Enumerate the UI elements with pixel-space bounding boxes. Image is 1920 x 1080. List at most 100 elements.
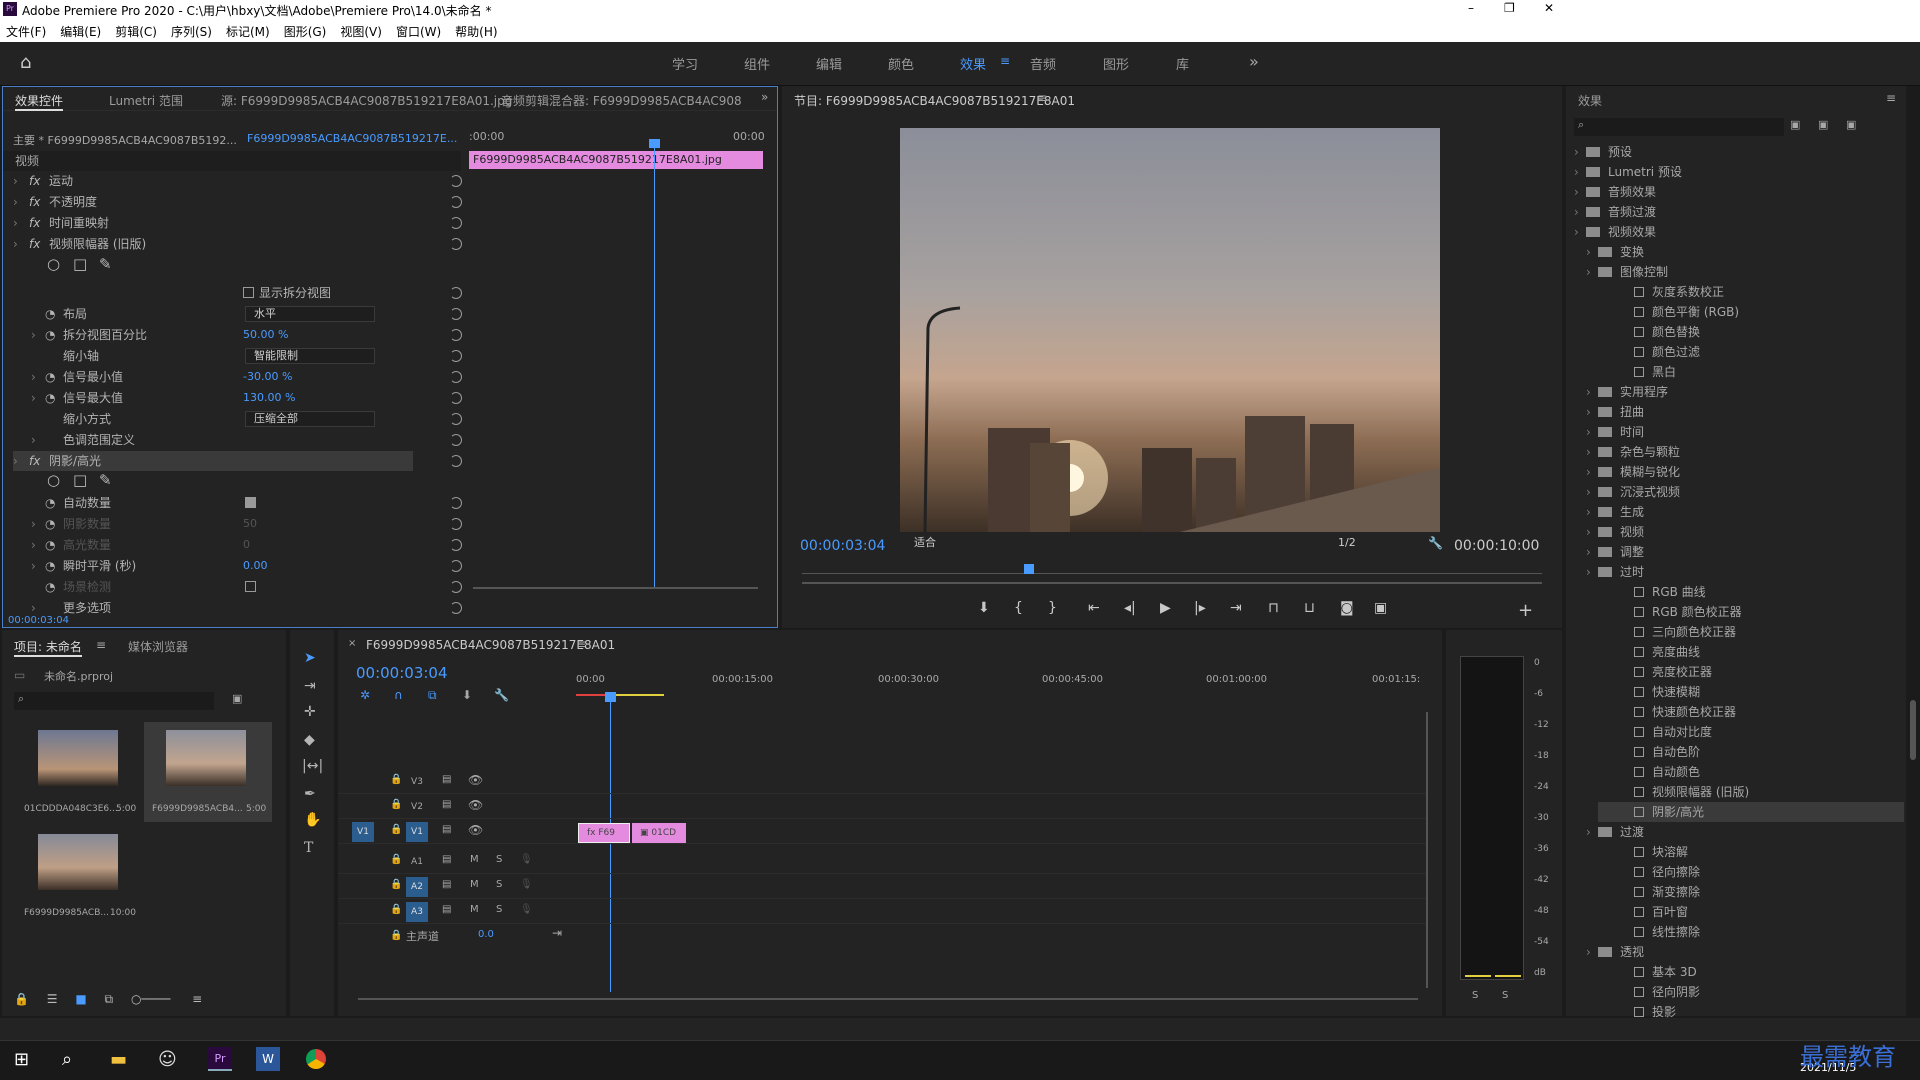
32bit-effects-icon[interactable]: ▣ (1818, 118, 1828, 131)
track-name[interactable]: V2 (406, 797, 428, 817)
folder-chevron-icon[interactable]: › (1574, 202, 1586, 222)
effect-folder[interactable]: › 扭曲 (1586, 402, 1904, 422)
effect-item[interactable]: 亮度校正器 (1598, 662, 1904, 682)
project-menu-icon[interactable]: ≡ (96, 638, 106, 652)
effect-item[interactable]: 块溶解 (1598, 842, 1904, 862)
folder-chevron-icon[interactable]: › (1574, 162, 1586, 182)
reset-parameter-icon[interactable] (450, 518, 462, 530)
solo-right-button[interactable]: S (1502, 990, 1508, 1001)
workspace-editing[interactable]: 编辑 (816, 54, 842, 73)
yuv-effects-icon[interactable]: ▣ (1846, 118, 1856, 131)
reset-parameter-icon[interactable] (450, 497, 462, 509)
list-view-icon[interactable]: ☰ (47, 992, 58, 1006)
fx-toggle-icon[interactable]: fx (29, 171, 40, 191)
effect-property-row[interactable]: ◔ 布局 水平 (13, 304, 453, 324)
property-value[interactable]: 0 (243, 535, 250, 555)
voice-over-mic-icon[interactable]: 🎙 (520, 854, 533, 865)
panel-overflow-icon[interactable]: » (761, 90, 768, 104)
effect-item[interactable]: 颜色平衡 (RGB) (1598, 302, 1904, 322)
master-volume-value[interactable]: 0.0 (478, 929, 494, 940)
project-search-input[interactable]: ⌕ (14, 692, 214, 710)
reset-parameter-icon[interactable] (450, 455, 462, 467)
effect-property-row[interactable]: › ◔ 信号最小值 -30.00 % (13, 367, 453, 387)
fx-toggle-icon[interactable]: fx (29, 451, 40, 471)
effect-item[interactable]: RGB 颜色校正器 (1598, 602, 1904, 622)
reset-parameter-icon[interactable] (450, 217, 462, 229)
lift-icon[interactable]: ⊓ (1268, 600, 1279, 616)
track-select-tool-icon[interactable]: ⇥ (304, 678, 316, 694)
sync-lock-icon[interactable]: ▤ (442, 824, 451, 835)
go-to-out-icon[interactable]: ⇥ (1230, 600, 1242, 616)
sync-lock-icon[interactable]: ▤ (442, 904, 451, 915)
mute-button[interactable]: M (470, 854, 479, 865)
freeform-view-icon[interactable]: ⧉ (105, 992, 114, 1006)
property-value[interactable]: -30.00 % (243, 367, 292, 387)
reset-parameter-icon[interactable] (450, 371, 462, 383)
effect-item[interactable]: 灰度系数校正 (1598, 282, 1904, 302)
workspace-learn[interactable]: 学习 (672, 54, 698, 73)
program-scrubber[interactable] (802, 564, 1542, 574)
ellipse-mask-icon[interactable]: ○ (47, 471, 60, 489)
effect-item[interactable]: 三向颜色校正器 (1598, 622, 1904, 642)
effect-item[interactable]: 百叶窗 (1598, 902, 1904, 922)
folder-chevron-icon[interactable]: › (1586, 422, 1598, 442)
go-to-in-icon[interactable]: ⇤ (1088, 600, 1100, 616)
folder-chevron-icon[interactable]: › (1586, 442, 1598, 462)
fx-toggle-icon[interactable]: fx (29, 192, 40, 212)
pen-mask-icon[interactable]: ✎ (99, 255, 112, 273)
timeline-playhead-handle[interactable] (605, 692, 616, 702)
effect-folder[interactable]: › 调整 (1586, 542, 1904, 562)
folder-chevron-icon[interactable]: › (1574, 182, 1586, 202)
property-dropdown[interactable]: 智能限制 (245, 348, 375, 364)
ec-playhead[interactable] (654, 139, 655, 589)
folder-chevron-icon[interactable]: › (1586, 562, 1598, 582)
restore-button[interactable]: ❐ (1504, 1, 1515, 15)
effect-property-row[interactable]: › fx 不透明度 (13, 192, 453, 212)
new-bin-icon[interactable]: ▣ (232, 692, 242, 705)
effect-folder[interactable]: › 模糊与锐化 (1586, 462, 1904, 482)
menu-marker[interactable]: 标记(M) (226, 23, 270, 40)
more-workspaces-icon[interactable]: » (1249, 52, 1259, 71)
tab-source[interactable]: 源: F6999D9985ACB4AC9087B519217E8A01.jpg (221, 92, 512, 109)
effect-item[interactable]: 颜色过滤 (1598, 342, 1904, 362)
menu-window[interactable]: 窗口(W) (396, 23, 441, 40)
linked-selection-icon[interactable]: ⧉ (428, 688, 437, 703)
reset-parameter-icon[interactable] (450, 308, 462, 320)
stopwatch-icon[interactable]: ◔ (45, 367, 55, 387)
lock-icon[interactable]: 🔒 (14, 992, 29, 1006)
mute-button[interactable]: M (470, 904, 479, 915)
timeline-settings-icon[interactable]: 🔧 (494, 688, 509, 702)
rect-mask-icon[interactable]: □ (73, 471, 87, 489)
reset-parameter-icon[interactable] (450, 287, 462, 299)
effect-property-row[interactable]: › fx 阴影/高光 (13, 451, 413, 471)
track-name[interactable]: V1 (406, 822, 428, 842)
export-frame-icon[interactable]: ◙ (1340, 600, 1354, 616)
search-icon[interactable]: ⌕ (62, 1049, 72, 1070)
expand-chevron-icon[interactable]: › (13, 171, 18, 191)
solo-button[interactable]: S (496, 854, 502, 865)
expand-chevron-icon[interactable]: › (13, 213, 18, 233)
workspace-menu-icon[interactable]: ≡ (1000, 54, 1010, 68)
folder-chevron-icon[interactable]: › (1586, 942, 1598, 962)
menu-help[interactable]: 帮助(H) (455, 23, 497, 40)
effect-folder[interactable]: › 过时 (1586, 562, 1904, 582)
timeline-clip[interactable]: fx F69 (578, 823, 630, 843)
reset-parameter-icon[interactable] (450, 329, 462, 341)
track-lock-icon[interactable]: 🔒 (390, 930, 402, 941)
effect-property-row[interactable]: ◔ 场景检测 (13, 577, 453, 597)
effect-item[interactable]: 径向阴影 (1598, 982, 1904, 1002)
reset-parameter-icon[interactable] (450, 392, 462, 404)
sync-lock-icon[interactable]: ▤ (442, 799, 451, 810)
effect-property-row[interactable]: 缩小轴 智能限制 (13, 346, 453, 366)
workspace-color[interactable]: 颜色 (888, 54, 914, 73)
menu-sequence[interactable]: 序列(S) (171, 23, 212, 40)
folder-chevron-icon[interactable]: › (1586, 522, 1598, 542)
stopwatch-icon[interactable]: ◔ (45, 493, 55, 513)
effect-property-row[interactable]: › 色调范围定义 (13, 430, 453, 450)
folder-chevron-icon[interactable]: › (1574, 222, 1586, 242)
ec-clip-bar[interactable]: F6999D9985ACB4AC9087B519217E8A01.jpg (469, 151, 763, 169)
menu-clip[interactable]: 剪辑(C) (115, 23, 157, 40)
tab-project[interactable]: 项目: 未命名 (14, 638, 82, 657)
pen-tool-icon[interactable]: ✒ (304, 786, 316, 802)
timeline-vscroll[interactable] (1426, 712, 1428, 988)
